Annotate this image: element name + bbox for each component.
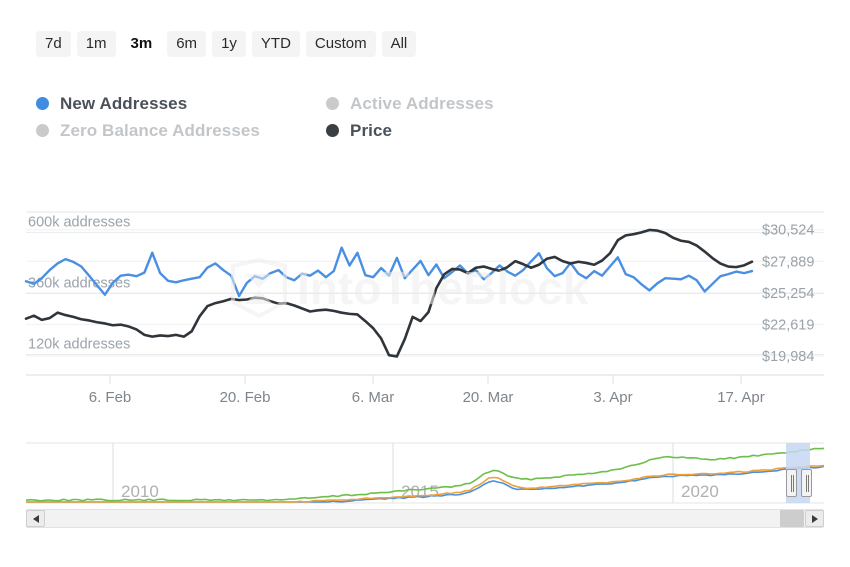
legend-color-dot (36, 97, 49, 110)
grip-line (793, 475, 794, 492)
range-button-custom[interactable]: Custom (306, 31, 376, 57)
scrollbar-track[interactable] (46, 510, 804, 527)
x-axis-tick-label: 3. Apr (593, 389, 632, 406)
x-axis-tick-label: 6. Feb (89, 389, 132, 406)
x-axis-tick-label: 6. Mar (352, 389, 395, 406)
arrow-right-icon (812, 515, 818, 523)
series-line-new-addresses (26, 248, 752, 296)
chart-legend: New Addresses Active Addresses Zero Balanc… (36, 90, 656, 144)
arrow-left-icon (33, 515, 39, 523)
right-axis-tick-label: $30,524 (762, 223, 814, 239)
grip-line (806, 475, 807, 492)
legend-label: New Addresses (60, 94, 187, 114)
legend-label: Active Addresses (350, 94, 494, 114)
legend-item-active-addresses[interactable]: Active Addresses (326, 94, 656, 114)
grip-line (808, 475, 809, 492)
range-button-ytd[interactable]: YTD (252, 31, 300, 57)
x-axis-tick-label: 20. Feb (220, 389, 271, 406)
navigator[interactable]: 201020152020 (0, 437, 850, 512)
legend-color-dot (36, 124, 49, 137)
main-chart-svg: 600k addresses360k addresses120k address… (0, 170, 850, 420)
left-axis-tick-label: 600k addresses (28, 214, 130, 230)
navigator-handle-right[interactable] (801, 469, 812, 497)
legend-item-zero-balance-addresses[interactable]: Zero Balance Addresses (36, 121, 326, 141)
left-axis-tick-label: 120k addresses (28, 337, 130, 353)
scroll-left-button[interactable] (26, 510, 45, 527)
scrollbar-thumb[interactable] (780, 510, 804, 527)
scroll-right-button[interactable] (805, 510, 824, 527)
navigator-svg: 201020152020 (0, 437, 850, 512)
navigator-scrollbar[interactable] (26, 509, 824, 528)
range-button-1m[interactable]: 1m (77, 31, 116, 57)
right-axis-tick-label: $27,889 (762, 254, 814, 270)
legend-color-dot (326, 124, 339, 137)
range-selector[interactable]: 7d1m3m6m1yYTDCustomAll (36, 31, 416, 57)
navigator-year-label: 2020 (681, 482, 719, 501)
right-axis-tick-label: $22,619 (762, 317, 814, 333)
navigator-handle-left[interactable] (786, 469, 797, 497)
range-button-7d[interactable]: 7d (36, 31, 71, 57)
grip-line (791, 475, 792, 492)
legend-color-dot (326, 97, 339, 110)
range-button-1y[interactable]: 1y (212, 31, 246, 57)
legend-label: Zero Balance Addresses (60, 121, 260, 141)
range-button-all[interactable]: All (382, 31, 417, 57)
range-button-6m[interactable]: 6m (167, 31, 206, 57)
range-button-3m[interactable]: 3m (122, 31, 162, 57)
navigator-year-label: 2010 (121, 482, 159, 501)
legend-item-price[interactable]: Price (326, 121, 656, 141)
main-chart[interactable]: 600k addresses360k addresses120k address… (0, 170, 850, 420)
x-axis-tick-label: 20. Mar (463, 389, 514, 406)
legend-item-new-addresses[interactable]: New Addresses (36, 94, 326, 114)
x-axis-tick-label: 17. Apr (717, 389, 765, 406)
right-axis-tick-label: $19,984 (762, 349, 814, 365)
right-axis-tick-label: $25,254 (762, 286, 814, 302)
legend-label: Price (350, 121, 392, 141)
